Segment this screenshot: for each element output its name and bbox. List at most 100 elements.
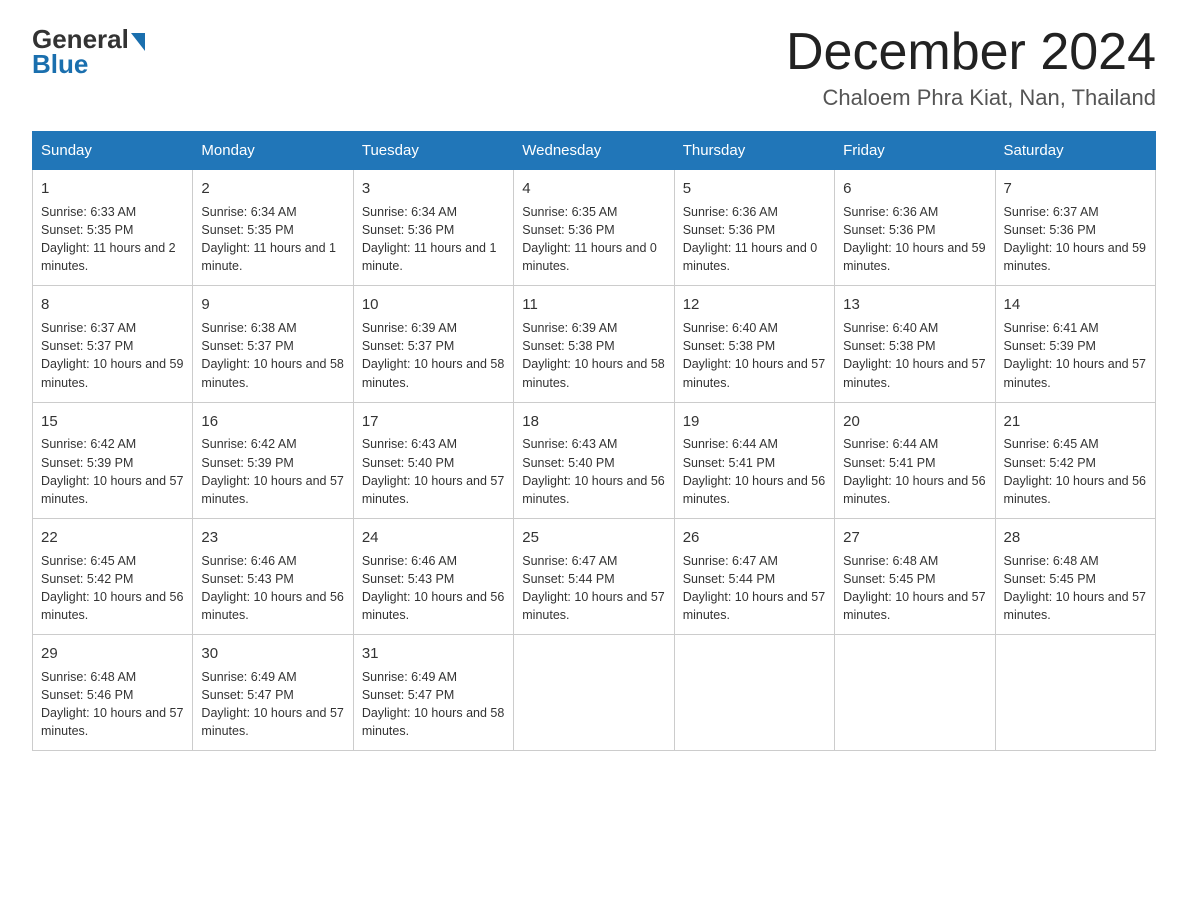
calendar-cell: 17Sunrise: 6:43 AMSunset: 5:40 PMDayligh… bbox=[353, 402, 513, 518]
sunrise-text: Sunrise: 6:43 AM bbox=[522, 437, 617, 451]
calendar-header-row: SundayMondayTuesdayWednesdayThursdayFrid… bbox=[33, 132, 1156, 170]
day-number: 10 bbox=[362, 294, 505, 316]
sunset-text: Sunset: 5:36 PM bbox=[683, 223, 775, 237]
sunrise-text: Sunrise: 6:38 AM bbox=[201, 321, 296, 335]
day-number: 28 bbox=[1004, 527, 1147, 549]
calendar-cell: 26Sunrise: 6:47 AMSunset: 5:44 PMDayligh… bbox=[674, 518, 834, 634]
sunset-text: Sunset: 5:42 PM bbox=[1004, 456, 1096, 470]
day-number: 5 bbox=[683, 178, 826, 200]
daylight-text: Daylight: 10 hours and 58 minutes. bbox=[362, 357, 504, 389]
daylight-text: Daylight: 10 hours and 58 minutes. bbox=[201, 357, 343, 389]
day-number: 11 bbox=[522, 294, 665, 316]
calendar-week-5: 29 Sunrise: 6:48 AM Sunset: 5:46 PM Dayligh… bbox=[33, 635, 1156, 751]
calendar-cell: 25Sunrise: 6:47 AMSunset: 5:44 PMDayligh… bbox=[514, 518, 674, 634]
sunrise-text: Sunrise: 6:43 AM bbox=[362, 437, 457, 451]
sunrise-text: Sunrise: 6:46 AM bbox=[201, 554, 296, 568]
sunrise-text: Sunrise: 6:44 AM bbox=[683, 437, 778, 451]
daylight-text: Daylight: 10 hours and 59 minutes. bbox=[843, 241, 985, 273]
calendar-week-4: 22Sunrise: 6:45 AMSunset: 5:42 PMDayligh… bbox=[33, 518, 1156, 634]
sunset-text: Sunset: 5:36 PM bbox=[362, 223, 454, 237]
sunset-text: Sunset: 5:36 PM bbox=[1004, 223, 1096, 237]
calendar-cell bbox=[995, 635, 1155, 751]
sunrise-text: Sunrise: 6:47 AM bbox=[683, 554, 778, 568]
calendar-cell: 3Sunrise: 6:34 AMSunset: 5:36 PMDaylight… bbox=[353, 170, 513, 286]
day-number: 15 bbox=[41, 411, 184, 433]
sunrise-text: Sunrise: 6:47 AM bbox=[522, 554, 617, 568]
sunset-text: Sunset: 5:41 PM bbox=[843, 456, 935, 470]
day-number: 24 bbox=[362, 527, 505, 549]
day-number: 29 bbox=[41, 643, 184, 665]
daylight-text: Daylight: 10 hours and 56 minutes. bbox=[683, 474, 825, 506]
calendar-cell: 6Sunrise: 6:36 AMSunset: 5:36 PMDaylight… bbox=[835, 170, 995, 286]
calendar-cell: 23Sunrise: 6:46 AMSunset: 5:43 PMDayligh… bbox=[193, 518, 353, 634]
day-number: 18 bbox=[522, 411, 665, 433]
calendar-cell: 31Sunrise: 6:49 AMSunset: 5:47 PMDayligh… bbox=[353, 635, 513, 751]
calendar-cell: 5Sunrise: 6:36 AMSunset: 5:36 PMDaylight… bbox=[674, 170, 834, 286]
sunset-text: Sunset: 5:46 PM bbox=[41, 688, 133, 702]
sunrise-text: Sunrise: 6:36 AM bbox=[683, 205, 778, 219]
daylight-text: Daylight: 11 hours and 1 minute. bbox=[362, 241, 497, 273]
sunset-text: Sunset: 5:42 PM bbox=[41, 572, 133, 586]
daylight-text: Daylight: 10 hours and 57 minutes. bbox=[843, 590, 985, 622]
calendar-cell bbox=[835, 635, 995, 751]
calendar-cell: 30Sunrise: 6:49 AMSunset: 5:47 PMDayligh… bbox=[193, 635, 353, 751]
daylight-text: Daylight: 10 hours and 56 minutes. bbox=[522, 474, 664, 506]
day-number: 1 bbox=[41, 178, 184, 200]
sunrise-text: Sunrise: 6:36 AM bbox=[843, 205, 938, 219]
daylight-text: Daylight: 10 hours and 57 minutes. bbox=[41, 706, 183, 738]
sunrise-text: Sunrise: 6:48 AM bbox=[41, 670, 136, 684]
sunrise-text: Sunrise: 6:34 AM bbox=[201, 205, 296, 219]
daylight-text: Daylight: 10 hours and 56 minutes. bbox=[1004, 474, 1146, 506]
day-number: 27 bbox=[843, 527, 986, 549]
sunset-text: Sunset: 5:37 PM bbox=[41, 339, 133, 353]
sunset-text: Sunset: 5:45 PM bbox=[843, 572, 935, 586]
sunrise-text: Sunrise: 6:37 AM bbox=[41, 321, 136, 335]
month-title: December 2024 bbox=[786, 24, 1156, 81]
sunrise-text: Sunrise: 6:45 AM bbox=[1004, 437, 1099, 451]
day-number: 2 bbox=[201, 178, 344, 200]
calendar-cell: 7Sunrise: 6:37 AMSunset: 5:36 PMDaylight… bbox=[995, 170, 1155, 286]
daylight-text: Daylight: 10 hours and 57 minutes. bbox=[1004, 590, 1146, 622]
calendar-cell: 10Sunrise: 6:39 AMSunset: 5:37 PMDayligh… bbox=[353, 286, 513, 402]
calendar-cell: 8Sunrise: 6:37 AMSunset: 5:37 PMDaylight… bbox=[33, 286, 193, 402]
sunset-text: Sunset: 5:45 PM bbox=[1004, 572, 1096, 586]
day-number: 25 bbox=[522, 527, 665, 549]
sunrise-text: Sunrise: 6:40 AM bbox=[683, 321, 778, 335]
sunset-text: Sunset: 5:39 PM bbox=[201, 456, 293, 470]
sunset-text: Sunset: 5:40 PM bbox=[362, 456, 454, 470]
title-block: December 2024 Chaloem Phra Kiat, Nan, Th… bbox=[786, 24, 1156, 111]
sunrise-text: Sunrise: 6:49 AM bbox=[362, 670, 457, 684]
sunrise-text: Sunrise: 6:34 AM bbox=[362, 205, 457, 219]
page-header: General Blue December 2024 Chaloem Phra … bbox=[32, 24, 1156, 111]
sunset-text: Sunset: 5:37 PM bbox=[362, 339, 454, 353]
day-number: 4 bbox=[522, 178, 665, 200]
sunrise-text: Sunrise: 6:41 AM bbox=[1004, 321, 1099, 335]
day-number: 8 bbox=[41, 294, 184, 316]
header-thursday: Thursday bbox=[674, 132, 834, 170]
calendar-cell bbox=[674, 635, 834, 751]
sunrise-text: Sunrise: 6:40 AM bbox=[843, 321, 938, 335]
day-number: 7 bbox=[1004, 178, 1147, 200]
daylight-text: Daylight: 10 hours and 57 minutes. bbox=[683, 357, 825, 389]
day-number: 21 bbox=[1004, 411, 1147, 433]
sunset-text: Sunset: 5:39 PM bbox=[1004, 339, 1096, 353]
sunrise-text: Sunrise: 6:37 AM bbox=[1004, 205, 1099, 219]
daylight-text: Daylight: 10 hours and 57 minutes. bbox=[201, 474, 343, 506]
sunrise-text: Sunrise: 6:33 AM bbox=[41, 205, 136, 219]
sunset-text: Sunset: 5:38 PM bbox=[683, 339, 775, 353]
daylight-text: Daylight: 10 hours and 56 minutes. bbox=[843, 474, 985, 506]
sunset-text: Sunset: 5:35 PM bbox=[201, 223, 293, 237]
sunset-text: Sunset: 5:35 PM bbox=[41, 223, 133, 237]
logo-blue-text: Blue bbox=[32, 49, 88, 80]
day-number: 17 bbox=[362, 411, 505, 433]
calendar-cell: 15Sunrise: 6:42 AMSunset: 5:39 PMDayligh… bbox=[33, 402, 193, 518]
header-wednesday: Wednesday bbox=[514, 132, 674, 170]
location-title: Chaloem Phra Kiat, Nan, Thailand bbox=[786, 85, 1156, 111]
sunrise-text: Sunrise: 6:46 AM bbox=[362, 554, 457, 568]
calendar-cell: 19Sunrise: 6:44 AMSunset: 5:41 PMDayligh… bbox=[674, 402, 834, 518]
daylight-text: Daylight: 11 hours and 0 minutes. bbox=[522, 241, 657, 273]
day-number: 9 bbox=[201, 294, 344, 316]
calendar-cell: 12Sunrise: 6:40 AMSunset: 5:38 PMDayligh… bbox=[674, 286, 834, 402]
calendar-table: SundayMondayTuesdayWednesdayThursdayFrid… bbox=[32, 131, 1156, 751]
sunrise-text: Sunrise: 6:48 AM bbox=[1004, 554, 1099, 568]
